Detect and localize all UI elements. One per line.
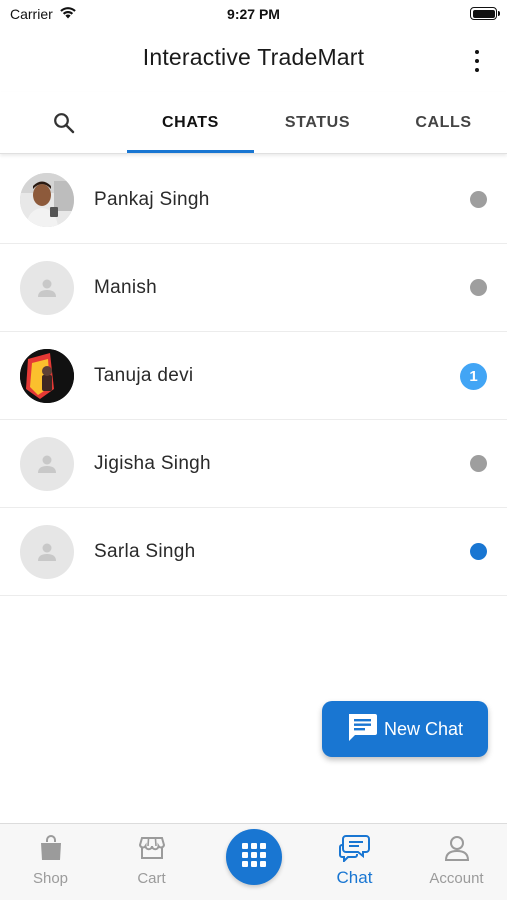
more-options-icon[interactable]: [467, 50, 487, 72]
apps-grid-button[interactable]: [226, 829, 282, 885]
status-dot: [470, 455, 487, 472]
status-dot: [470, 279, 487, 296]
shopping-bag-icon: [39, 834, 63, 862]
chat-name: Sarla Singh: [94, 541, 196, 562]
clock: 9:27 PM: [227, 6, 280, 22]
avatar-placeholder-icon: [20, 437, 74, 491]
status-bar: Carrier 9:27 PM: [0, 0, 507, 28]
avatar-placeholder-icon: [20, 261, 74, 315]
tab-calls[interactable]: CALLS: [380, 92, 507, 154]
storefront-icon: [138, 834, 165, 862]
avatar: [20, 173, 74, 227]
status-dot: [470, 543, 487, 560]
bottom-navigation: Shop Cart Chat Account: [0, 823, 507, 900]
battery-icon: [470, 7, 500, 20]
nav-label: Chat: [336, 868, 373, 887]
tab-bar: CHATS STATUS CALLS: [0, 92, 507, 154]
tab-chats[interactable]: CHATS: [127, 92, 254, 154]
nav-shop[interactable]: Shop: [0, 824, 101, 900]
nav-cart[interactable]: Cart: [101, 824, 202, 900]
avatar: [20, 349, 74, 403]
chat-name: Jigisha Singh: [94, 453, 211, 474]
chat-name: Manish: [94, 277, 158, 298]
search-icon[interactable]: [36, 92, 92, 154]
chat-name: Pankaj Singh: [94, 189, 210, 210]
nav-label: Shop: [32, 870, 69, 887]
chat-item-sarla-singh[interactable]: Sarla Singh: [0, 508, 507, 596]
nav-account[interactable]: Account: [406, 824, 507, 900]
nav-label: Cart: [137, 870, 166, 887]
person-icon: [444, 834, 470, 862]
grid-icon: [241, 842, 267, 873]
unread-badge: 1: [460, 363, 487, 390]
tab-status[interactable]: STATUS: [254, 92, 381, 154]
chat-bubbles-icon: [338, 834, 371, 862]
active-tab-indicator: [127, 150, 254, 153]
chat-name: Tanuja devi: [94, 365, 194, 386]
chat-list: Pankaj Singh Manish Tanuja devi 1 Jigish…: [0, 156, 507, 596]
new-chat-label: New Chat: [384, 718, 464, 739]
page-title: Interactive TradeMart: [142, 44, 365, 70]
status-dot: [470, 191, 487, 208]
new-chat-button[interactable]: New Chat: [322, 701, 488, 757]
nav-chat[interactable]: Chat: [304, 824, 405, 900]
chat-item-tanuja-devi[interactable]: Tanuja devi 1: [0, 332, 507, 420]
nav-label: Account: [429, 870, 484, 887]
avatar-placeholder-icon: [20, 525, 74, 579]
chat-item-jigisha-singh[interactable]: Jigisha Singh: [0, 420, 507, 508]
message-icon: [346, 712, 378, 747]
app-header: Interactive TradeMart: [0, 28, 507, 92]
chat-item-pankaj-singh[interactable]: Pankaj Singh: [0, 156, 507, 244]
chat-item-manish[interactable]: Manish: [0, 244, 507, 332]
